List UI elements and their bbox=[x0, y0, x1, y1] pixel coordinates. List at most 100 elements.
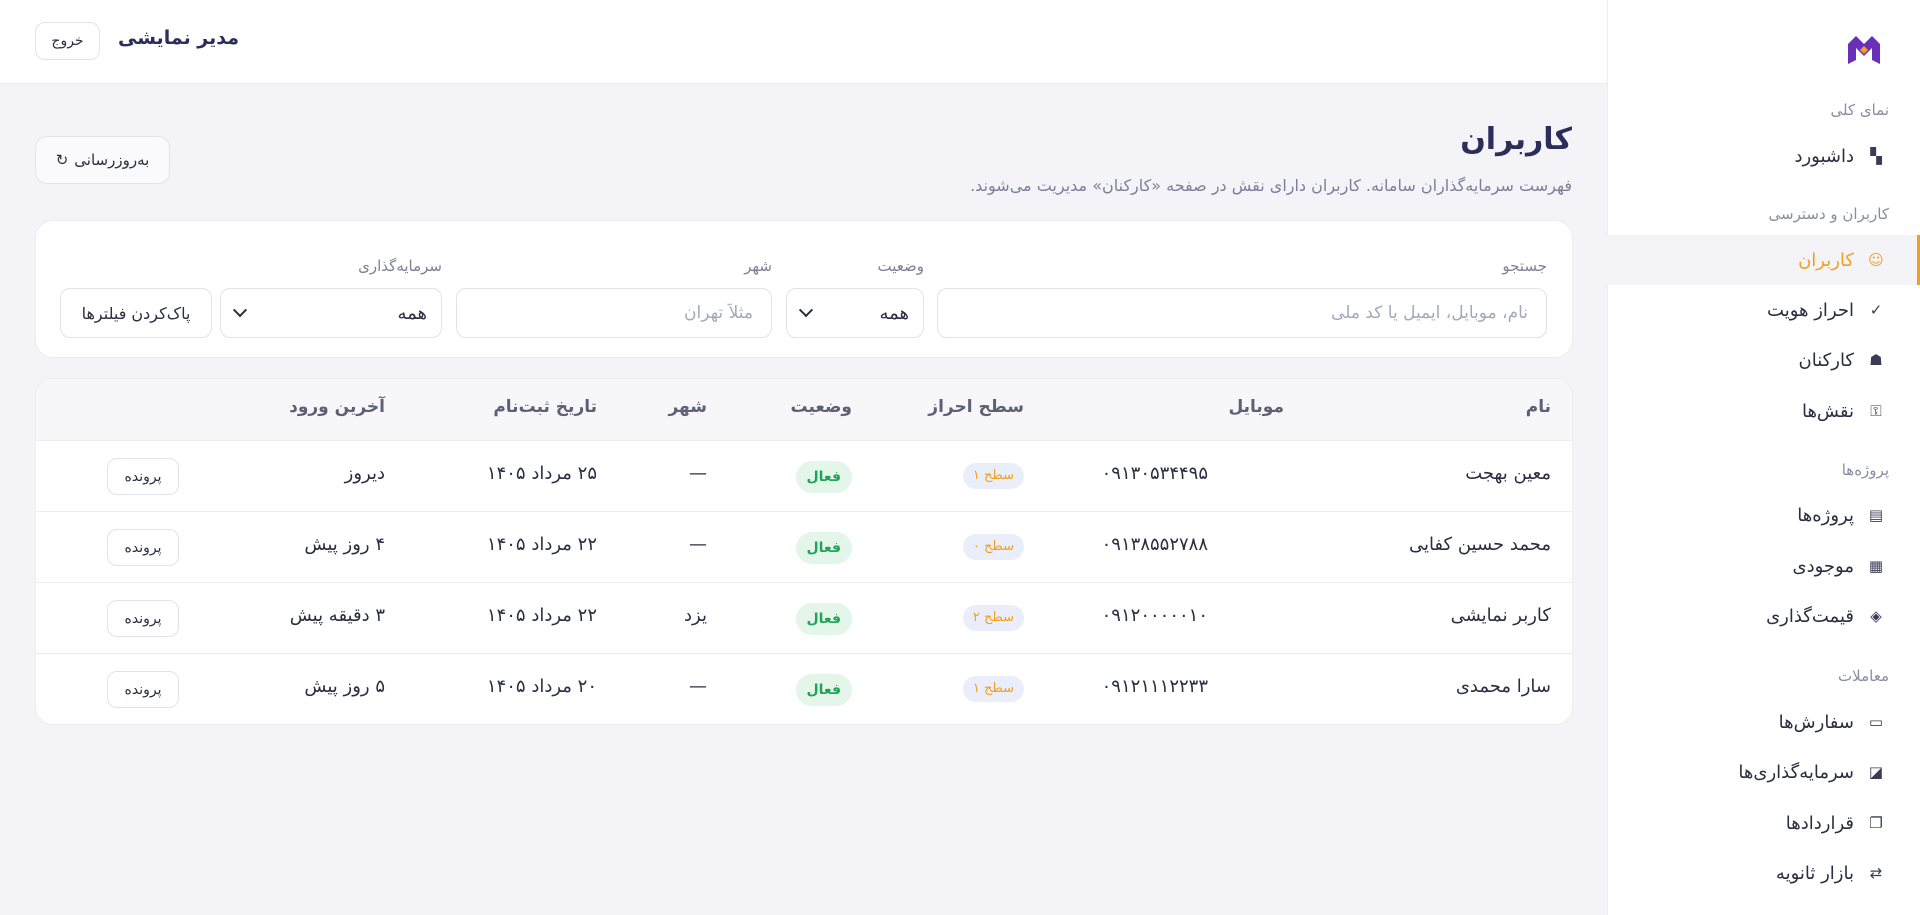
refresh-label: به‌روزرسانی bbox=[74, 151, 150, 169]
user-name-cell: سارا محمدی bbox=[1455, 676, 1551, 697]
col-mobile: موبایل bbox=[1228, 397, 1284, 417]
dashboard-icon: ▚ bbox=[1870, 147, 1882, 165]
sidebar-item-label: کارکنان bbox=[1798, 349, 1854, 371]
sidebar-item-pricing[interactable]: ◈ قیمت‌گذاری bbox=[1607, 591, 1920, 641]
sidebar-item-investments[interactable]: ◪ سرمایه‌گذاری‌ها bbox=[1607, 747, 1920, 797]
document-icon: ❐ bbox=[1869, 814, 1883, 832]
table-row: کاربر نمایشی ۰۹۱۲۰۰۰۰۰۱۰ سطح ۲ فعال یزد … bbox=[36, 583, 1572, 654]
level-badge: سطح ۱ bbox=[962, 676, 1024, 702]
table-header: نام موبایل سطح احراز وضعیت شهر تاریخ ثبت… bbox=[36, 379, 1572, 441]
sidebar-item-label: بازار ثانویه bbox=[1775, 862, 1854, 884]
page-subtitle: فهرست سرمایه‌گذاران سامانه. کاربران دارا… bbox=[970, 176, 1572, 195]
mobile-cell: ۰۹۱۳۸۵۵۲۷۸۸ bbox=[1101, 534, 1208, 555]
search-input[interactable] bbox=[937, 288, 1547, 338]
nav-section-overview: نمای کلی bbox=[1830, 101, 1889, 119]
ticket-icon: ▭ bbox=[1868, 713, 1884, 731]
list-icon: ▤ bbox=[1868, 506, 1884, 524]
col-city: شهر bbox=[668, 397, 707, 417]
sidebar-item-users[interactable]: ☺ کاربران bbox=[1607, 235, 1920, 285]
level-badge: سطح ۱ bbox=[962, 463, 1024, 489]
city-cell: یزد bbox=[684, 605, 707, 626]
sidebar-item-secondary-market[interactable]: ⇄ بازار ثانویه bbox=[1607, 848, 1920, 898]
sidebar-item-projects[interactable]: ▤ پروژه‌ها bbox=[1607, 490, 1920, 540]
last-login-cell: ۳ دقیقه پیش bbox=[289, 605, 385, 626]
user-icon: ☺ bbox=[1868, 251, 1884, 269]
last-login-cell: ۵ روز پیش bbox=[304, 676, 385, 697]
status-badge: فعال bbox=[795, 674, 852, 706]
col-status: وضعیت bbox=[790, 397, 852, 417]
col-name: نام bbox=[1525, 397, 1551, 417]
sidebar-item-orders[interactable]: ▭ سفارش‌ها bbox=[1607, 697, 1920, 747]
profile-button[interactable]: پرونده bbox=[107, 671, 179, 708]
search-label: جستجو bbox=[1502, 257, 1547, 275]
status-filter-label: وضعیت bbox=[877, 257, 924, 275]
city-input[interactable] bbox=[456, 288, 772, 338]
registered-cell: ۲۲ مرداد ۱۴۰۵ bbox=[486, 605, 597, 626]
sidebar-item-kyc[interactable]: ✓ احراز هویت bbox=[1607, 285, 1920, 335]
staff-icon: ☗ bbox=[1869, 351, 1883, 369]
mobile-cell: ۰۹۱۳۰۵۳۴۴۹۵ bbox=[1101, 463, 1208, 484]
sidebar-item-label: احراز هویت bbox=[1767, 299, 1854, 321]
check-icon: ✓ bbox=[1869, 301, 1883, 319]
grid-icon: ▦ bbox=[1868, 557, 1884, 575]
table-row: محمد حسین کفایی ۰۹۱۳۸۵۵۲۷۸۸ سطح ۰ فعال —… bbox=[36, 512, 1572, 583]
sidebar-item-label: قراردادها bbox=[1785, 812, 1854, 834]
diamond-icon: ◈ bbox=[1870, 607, 1882, 625]
table-row: سارا محمدی ۰۹۱۲۱۱۱۲۲۳۳ سطح ۱ فعال — ۲۰ م… bbox=[36, 654, 1572, 724]
chart-icon: ◪ bbox=[1868, 763, 1884, 781]
col-registered: تاریخ ثبت‌نام bbox=[493, 397, 597, 417]
profile-button[interactable]: پرونده bbox=[107, 458, 179, 495]
level-badge: سطح ۲ bbox=[962, 605, 1024, 631]
logout-button[interactable]: خروج bbox=[35, 22, 100, 60]
table-row: معین بهجت ۰۹۱۳۰۵۳۴۴۹۵ سطح ۱ فعال — ۲۵ مر… bbox=[36, 441, 1572, 512]
investment-select[interactable]: همه bbox=[220, 288, 442, 338]
mobile-cell: ۰۹۱۲۰۰۰۰۰۱۰ bbox=[1101, 605, 1208, 626]
mobile-cell: ۰۹۱۲۱۱۱۲۲۳۳ bbox=[1101, 676, 1208, 697]
level-badge: سطح ۰ bbox=[962, 534, 1024, 560]
profile-button[interactable]: پرونده bbox=[107, 529, 179, 566]
registered-cell: ۲۲ مرداد ۱۴۰۵ bbox=[486, 534, 597, 555]
chevron-down-icon bbox=[798, 303, 814, 318]
city-cell: — bbox=[689, 676, 707, 697]
top-bar: خروج مدیر نمایشی bbox=[0, 0, 1607, 84]
sidebar-item-staff[interactable]: ☗ کارکنان bbox=[1607, 335, 1920, 385]
sidebar-item-roles[interactable]: ⚿ نقش‌ها bbox=[1607, 386, 1920, 436]
city-cell: — bbox=[689, 463, 707, 484]
profile-button[interactable]: پرونده bbox=[107, 600, 179, 637]
last-login-cell: ۴ روز پیش bbox=[304, 534, 385, 555]
chevron-down-icon bbox=[232, 303, 248, 318]
key-icon: ⚿ bbox=[1870, 402, 1882, 420]
col-last-login: آخرین ورود bbox=[289, 397, 385, 417]
sidebar: نمای کلی ▚ داشبورد کاربران و دسترسی ☺ کا… bbox=[1607, 0, 1920, 915]
refresh-icon: ↻ bbox=[55, 151, 69, 169]
investment-filter-label: سرمایه‌گذاری bbox=[358, 257, 442, 275]
status-select[interactable]: همه bbox=[786, 288, 924, 338]
registered-cell: ۲۰ مرداد ۱۴۰۵ bbox=[486, 676, 597, 697]
users-table: نام موبایل سطح احراز وضعیت شهر تاریخ ثبت… bbox=[35, 378, 1573, 725]
nav-section-users-access: کاربران و دسترسی bbox=[1768, 205, 1890, 223]
clear-filters-button[interactable]: پاک‌کردن فیلترها bbox=[60, 288, 212, 338]
sidebar-item-inventory[interactable]: ▦ موجودی bbox=[1607, 541, 1920, 591]
user-name: مدیر نمایشی bbox=[118, 27, 240, 49]
status-badge: فعال bbox=[795, 603, 852, 635]
city-cell: — bbox=[689, 534, 707, 555]
sidebar-item-label: پروژه‌ها bbox=[1797, 504, 1854, 526]
filter-card: جستجو وضعیت همه شهر سرمایه‌گذاری همه پاک… bbox=[35, 220, 1573, 358]
sidebar-item-label: کاربران bbox=[1798, 249, 1854, 271]
city-filter-label: شهر bbox=[744, 257, 772, 275]
refresh-button[interactable]: به‌روزرسانی ↻ bbox=[35, 136, 170, 184]
status-select-value: همه bbox=[879, 302, 909, 324]
user-name-cell: کاربر نمایشی bbox=[1450, 605, 1551, 626]
sidebar-item-label: موجودی bbox=[1792, 555, 1854, 577]
sidebar-item-label: قیمت‌گذاری bbox=[1766, 605, 1854, 627]
user-name-cell: محمد حسین کفایی bbox=[1408, 534, 1551, 555]
sidebar-item-label: سرمایه‌گذاری‌ها bbox=[1738, 761, 1854, 783]
nav-section-transactions: معاملات bbox=[1838, 667, 1889, 685]
sidebar-item-label: داشبورد bbox=[1794, 145, 1854, 167]
investment-select-value: همه bbox=[397, 302, 427, 324]
sidebar-item-dashboard[interactable]: ▚ داشبورد bbox=[1607, 131, 1920, 181]
nav-section-projects: پروژه‌ها bbox=[1841, 461, 1889, 479]
sidebar-item-label: نقش‌ها bbox=[1801, 400, 1854, 422]
logo-icon[interactable] bbox=[1844, 32, 1884, 68]
sidebar-item-contracts[interactable]: ❐ قراردادها bbox=[1607, 798, 1920, 848]
